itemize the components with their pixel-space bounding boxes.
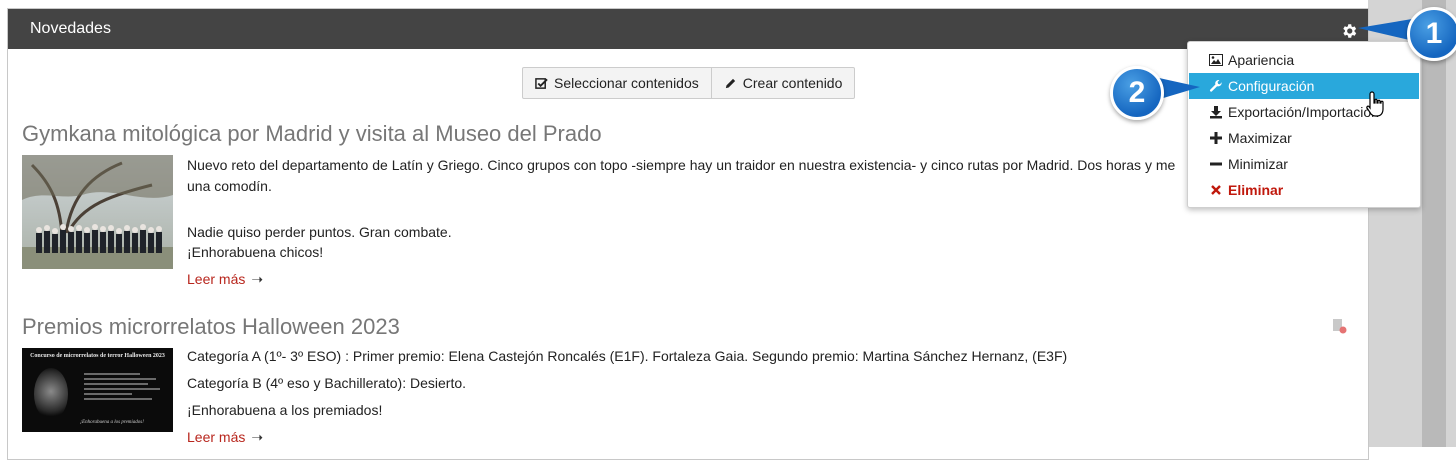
menu-item-label: Exportación/Importación	[1228, 104, 1379, 120]
image-icon	[1209, 53, 1223, 67]
x-icon	[1209, 183, 1223, 197]
menu-item-maximize[interactable]: Maximizar	[1189, 125, 1419, 151]
menu-item-label: Eliminar	[1228, 182, 1284, 198]
article-paragraph: Categoría B (4º eso y Bachillerato): Des…	[187, 375, 467, 391]
article-thumbnail[interactable]: Concurso de microrrelatos de terror Hall…	[22, 348, 173, 432]
read-more-link[interactable]: Leer más ➝	[187, 271, 263, 288]
menu-item-label: Minimizar	[1228, 156, 1288, 172]
gear-icon[interactable]	[1340, 22, 1358, 40]
article-title[interactable]: Gymkana mitológica por Madrid y visita a…	[22, 121, 602, 147]
panel-title: Novedades	[30, 20, 111, 37]
read-more-link[interactable]: Leer más ➝	[187, 429, 263, 446]
thumbnail-figure	[34, 368, 68, 420]
article-paragraph: Categoría A (1º- 3º ESO) : Primer premio…	[187, 348, 1068, 364]
download-icon	[1209, 105, 1223, 119]
menu-item-appearance[interactable]: Apariencia	[1189, 47, 1419, 73]
thumbnail-closing: ¡Enhorabuena a los premiados!	[80, 420, 144, 425]
select-content-button[interactable]: Seleccionar contenidos	[523, 68, 711, 98]
article-paragraph: Nuevo reto del departamento de Latín y G…	[187, 157, 1176, 173]
read-more-label: Leer más	[187, 271, 246, 287]
scrollbar-track[interactable]	[1422, 0, 1446, 447]
arrow-right-icon: ➝	[251, 429, 264, 445]
select-content-label: Seleccionar contenidos	[554, 75, 699, 91]
document-lock-icon[interactable]	[1331, 318, 1347, 334]
article-paragraph: una comodín.	[187, 178, 272, 194]
arrow-right-icon: ➝	[251, 271, 264, 287]
hand-cursor-icon	[1366, 91, 1384, 117]
wrench-icon	[1209, 79, 1223, 93]
pencil-icon	[725, 78, 735, 88]
panel-header: Novedades	[8, 9, 1368, 49]
article-thumbnail[interactable]	[22, 155, 173, 269]
thumbnail-heading: Concurso de microrrelatos de terror Hall…	[30, 353, 165, 359]
callout-badge-1: 1	[1407, 7, 1456, 61]
menu-item-minimize[interactable]: Minimizar	[1189, 151, 1419, 177]
create-content-label: Crear contenido	[742, 75, 843, 91]
article-paragraph: ¡Enhorabuena chicos!	[187, 244, 324, 260]
callout-badge-2: 2	[1110, 66, 1164, 120]
menu-item-label: Maximizar	[1228, 130, 1292, 146]
minus-icon	[1209, 157, 1223, 171]
article-title[interactable]: Premios microrrelatos Halloween 2023	[22, 314, 400, 340]
article-paragraph: ¡Enhorabuena a los premiados!	[187, 402, 383, 418]
menu-item-label: Apariencia	[1228, 52, 1295, 68]
article-paragraph: Nadie quiso perder puntos. Gran combate.	[187, 224, 452, 240]
thumbnail-lines	[84, 370, 164, 412]
content-toolbar: Seleccionar contenidos Crear contenido	[522, 67, 856, 99]
block-options-menu: Apariencia Configuración Exportación/Imp…	[1187, 41, 1421, 208]
read-more-label: Leer más	[187, 429, 246, 445]
checkbox-icon	[535, 77, 548, 89]
create-content-button[interactable]: Crear contenido	[710, 68, 855, 98]
menu-item-label: Configuración	[1228, 78, 1315, 94]
menu-item-delete[interactable]: Eliminar	[1189, 177, 1419, 203]
plus-icon	[1209, 131, 1223, 145]
